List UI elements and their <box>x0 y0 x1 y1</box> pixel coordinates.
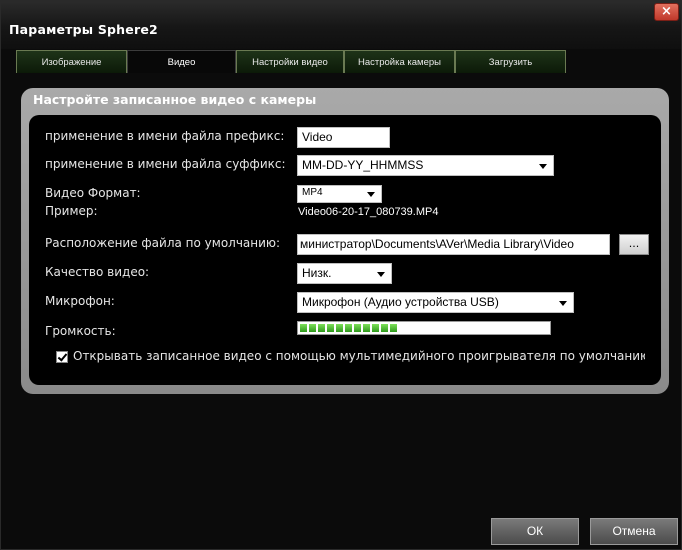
video-record-panel: Настройте записанное видео с камеры прим… <box>21 88 669 394</box>
volume-segment <box>381 324 388 332</box>
mic-select-value: Микрофон (Аудио устройства USB) <box>302 295 499 309</box>
tab-upload[interactable]: Загрузить <box>455 50 566 73</box>
tab-image[interactable]: Изображение <box>16 50 127 73</box>
volume-segment <box>390 324 397 332</box>
mic-select[interactable]: Микрофон (Аудио устройства USB) <box>297 292 574 313</box>
volume-segment <box>363 324 370 332</box>
tab-camera-settings[interactable]: Настройка камеры <box>344 50 455 73</box>
window-title: Параметры Sphere2 <box>9 22 158 37</box>
mic-label: Микрофон: <box>45 294 115 308</box>
browse-button[interactable]: ... <box>619 234 649 255</box>
format-select-value: MP4 <box>302 187 323 198</box>
tab-video-settings[interactable]: Настройки видео <box>236 50 344 73</box>
open-with-player-label: Открывать записанное видео с помощью мул… <box>73 349 645 363</box>
volume-level-fill <box>300 324 397 332</box>
panel-title: Настройте записанное видео с камеры <box>33 92 317 107</box>
suffix-select-value: MM-DD-YY_HHMMSS <box>302 158 424 172</box>
settings-window: Параметры Sphere2 × Изображение Видео На… <box>0 0 682 550</box>
location-label: Расположение файла по умолчанию: <box>45 236 281 250</box>
chevron-down-icon <box>367 192 375 197</box>
volume-slider[interactable] <box>297 321 551 335</box>
suffix-label: применение в имени файла суффикс: <box>45 157 286 171</box>
quality-select-value: Низк. <box>302 266 332 280</box>
volume-segment <box>372 324 379 332</box>
volume-segment <box>300 324 307 332</box>
example-filename: Video06-20-17_080739.MP4 <box>298 206 439 218</box>
chevron-down-icon <box>559 301 567 306</box>
close-button[interactable]: × <box>654 3 679 21</box>
volume-label: Громкость: <box>45 324 116 338</box>
example-label: Пример: <box>45 204 98 218</box>
quality-label: Качество видео: <box>45 265 150 279</box>
volume-segment <box>336 324 343 332</box>
format-select[interactable]: MP4 <box>297 185 382 203</box>
tab-strip: Изображение Видео Настройки видео Настро… <box>16 50 566 73</box>
ok-button[interactable]: ОК <box>491 518 579 545</box>
volume-segment <box>354 324 361 332</box>
tab-video[interactable]: Видео <box>127 50 236 73</box>
chevron-down-icon <box>377 272 385 277</box>
open-with-player-checkbox[interactable] <box>56 351 68 363</box>
volume-segment <box>327 324 334 332</box>
location-input[interactable]: министратор\Documents\AVer\Media Library… <box>297 234 610 255</box>
suffix-select[interactable]: MM-DD-YY_HHMMSS <box>297 155 554 176</box>
prefix-label: применение в имени файла префикс: <box>45 129 285 143</box>
volume-segment <box>318 324 325 332</box>
cancel-button[interactable]: Отмена <box>590 518 678 545</box>
panel-content: применение в имени файла префикс: Video … <box>29 115 661 385</box>
volume-segment <box>309 324 316 332</box>
title-bar[interactable]: Параметры Sphere2 × <box>1 1 681 49</box>
prefix-input[interactable]: Video <box>297 127 390 148</box>
quality-select[interactable]: Низк. <box>297 263 392 284</box>
chevron-down-icon <box>539 164 547 169</box>
volume-segment <box>345 324 352 332</box>
format-label: Видео Формат: <box>45 186 141 200</box>
